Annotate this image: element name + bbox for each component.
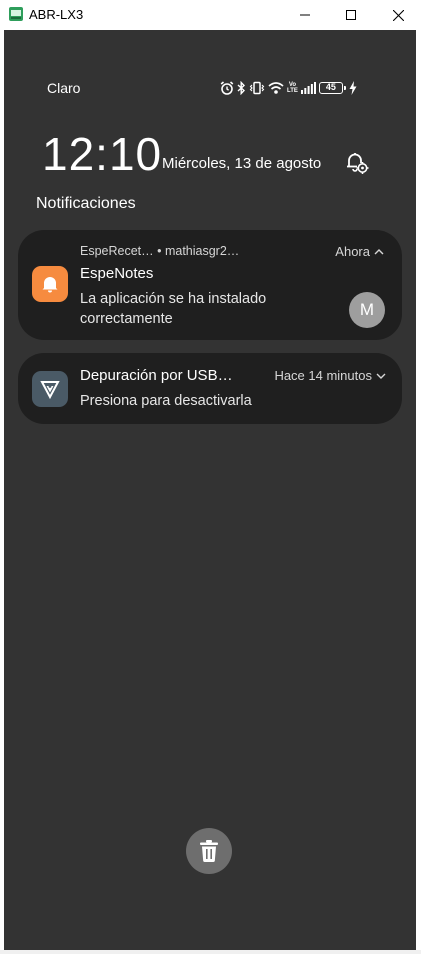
- window-title: ABR-LX3: [29, 7, 84, 22]
- minimize-icon: [300, 14, 310, 16]
- battery-indicator: 45: [318, 82, 346, 94]
- notification-settings-button[interactable]: [342, 148, 370, 176]
- phone-screen[interactable]: Claro Vo LTE 45 12:10 Miércoles, 13 de a…: [4, 30, 416, 950]
- window-titlebar[interactable]: ABR-LX3: [0, 0, 421, 30]
- notification-body: Presiona para desactivarla: [80, 393, 252, 409]
- minimize-button[interactable]: [282, 0, 328, 30]
- close-button[interactable]: [375, 0, 421, 30]
- notification-card-espenotes[interactable]: EspeRecet… • mathiasgr2… Ahora EspeNotes…: [18, 230, 402, 340]
- wifi-icon: [268, 82, 284, 94]
- carrier-name: Claro: [47, 80, 81, 96]
- volte-indicator: Vo LTE: [287, 82, 298, 94]
- bell-settings-icon: [347, 153, 369, 174]
- maximize-button[interactable]: [328, 0, 374, 30]
- vibrate-icon: [249, 81, 265, 95]
- notification-title: Depuración por USB…: [80, 367, 233, 384]
- bluetooth-icon: [237, 81, 245, 95]
- notification-time-label: Hace 14 minutos: [274, 368, 372, 383]
- app-icon: [9, 7, 23, 21]
- chevron-up-icon: [374, 248, 384, 254]
- charging-icon: [349, 81, 357, 95]
- signal-icon: [300, 82, 316, 94]
- notification-source: EspeRecet… • mathiasgr2…: [80, 244, 240, 258]
- notification-body: La aplicación se ha instalado correctame…: [80, 291, 267, 327]
- window-bottom-edge: [0, 950, 421, 954]
- chevron-down-icon: [376, 373, 386, 379]
- notification-time-label: Ahora: [335, 244, 370, 259]
- clear-notifications-button[interactable]: [186, 828, 232, 874]
- bell-icon: [32, 266, 68, 302]
- usb-debug-icon: [32, 371, 68, 407]
- maximize-icon: [346, 10, 356, 20]
- trash-icon: [200, 840, 218, 863]
- notification-time[interactable]: Ahora: [335, 244, 384, 259]
- close-icon: [392, 9, 404, 21]
- notification-title: EspeNotes: [80, 265, 154, 282]
- status-icons: Vo LTE 45: [220, 80, 357, 96]
- notification-card-usb-debugging[interactable]: Depuración por USB… Hace 14 minutos Pres…: [18, 353, 402, 424]
- notification-time[interactable]: Hace 14 minutos: [274, 368, 386, 383]
- lockscreen-date: Miércoles, 13 de agosto: [162, 155, 322, 172]
- notifications-heading: Notificaciones: [36, 195, 136, 212]
- alarm-icon: [220, 81, 234, 95]
- lockscreen-clock: 12:10: [42, 128, 163, 180]
- avatar: M: [349, 292, 385, 328]
